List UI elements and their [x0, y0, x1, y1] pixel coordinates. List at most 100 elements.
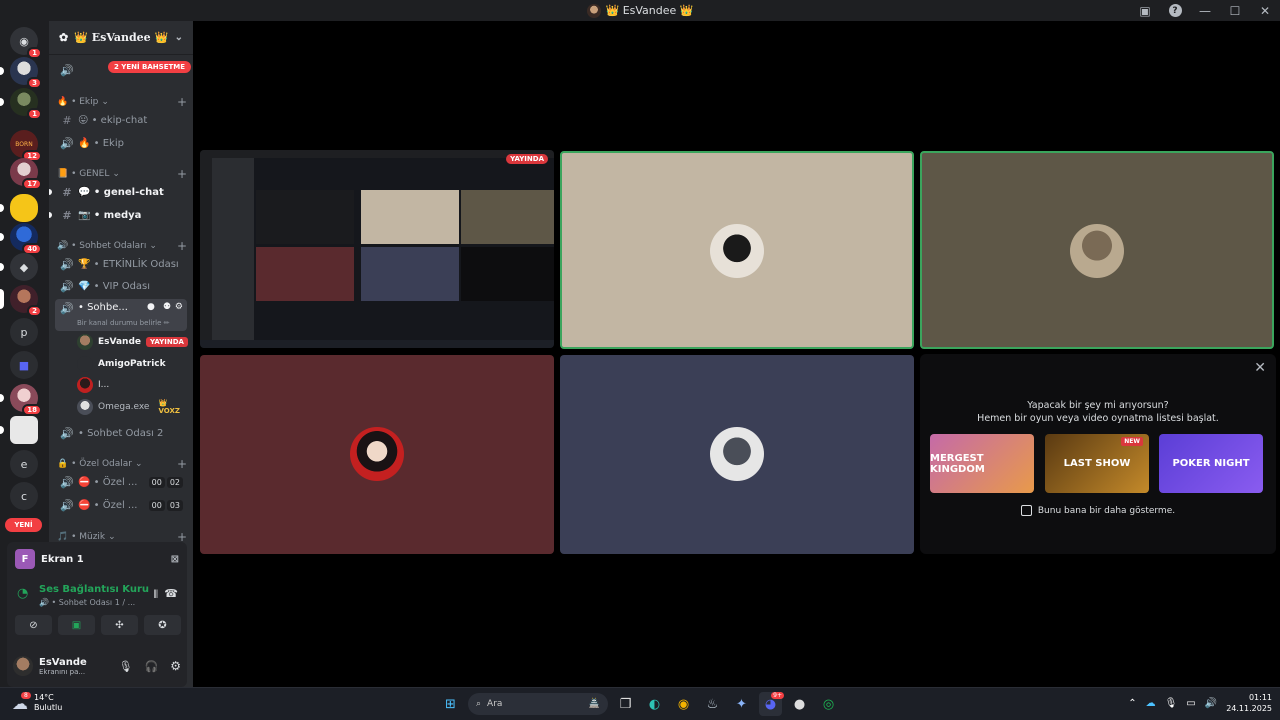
- participant-tile[interactable]: [560, 355, 914, 554]
- dont-show-again[interactable]: Bunu bana bir daha gösterme.: [920, 505, 1276, 516]
- participant-tile[interactable]: [920, 151, 1274, 349]
- participant-tile[interactable]: [200, 355, 554, 554]
- speaker-icon: 🔊: [60, 302, 74, 315]
- soundboard-button[interactable]: ✪: [144, 615, 181, 635]
- chrome-icon[interactable]: ◉: [672, 692, 695, 716]
- new-mentions-pill[interactable]: 2 YENİ BAHSETME: [108, 61, 192, 73]
- folder-icon[interactable]: ■: [10, 351, 38, 379]
- activities-button[interactable]: ✣: [101, 615, 138, 635]
- chevron-down-icon: ⌄: [149, 241, 157, 251]
- volume-icon[interactable]: 🔊: [1205, 698, 1217, 709]
- voice-user[interactable]: EsVande YAYINDA: [77, 332, 188, 352]
- close-icon[interactable]: ✕: [1250, 0, 1280, 21]
- channel-label: 🏆 • ETKİNLİK Odası: [78, 258, 179, 270]
- voice-user[interactable]: AmigoPatrick: [77, 354, 187, 374]
- chat-icon[interactable]: ●: [147, 302, 155, 312]
- game-card-poker-night[interactable]: POKER NIGHT: [1159, 434, 1263, 493]
- cloud-sync-icon[interactable]: ☁: [1146, 698, 1156, 709]
- app-icon[interactable]: ✦: [730, 692, 753, 716]
- category-ekip[interactable]: 🔥 • Ekip ⌄ +: [57, 95, 187, 109]
- participant-tile[interactable]: [560, 151, 914, 349]
- voice-user[interactable]: I...: [77, 375, 187, 395]
- time: 01:11: [1248, 693, 1272, 702]
- headphones-icon[interactable]: 🎧: [145, 660, 159, 673]
- guild-avatar[interactable]: 2: [0, 285, 42, 317]
- channel-ozel-2[interactable]: 🔊 ⛔ • Özel ... 00 03: [55, 495, 187, 515]
- dice-icon[interactable]: ◆: [0, 253, 38, 281]
- category-sohbet[interactable]: 🔊 • Sohbet Odaları ⌄ +: [57, 239, 187, 253]
- category-label: 📙 • GENEL: [57, 169, 110, 179]
- guild-avatar[interactable]: 40: [0, 223, 42, 255]
- gear-icon[interactable]: ⚙: [175, 302, 183, 312]
- channel-ekip-voice[interactable]: 🔊 🔥 • Ekip: [55, 133, 187, 153]
- avatar: [710, 224, 764, 278]
- channel-ozel-1[interactable]: 🔊 ⛔ • Özel ... 00 02: [55, 472, 187, 492]
- inbox-icon[interactable]: ▣: [1130, 0, 1160, 21]
- discord-home-icon[interactable]: ◉ 1: [10, 27, 42, 59]
- category-ozel[interactable]: 🔒 • Özel Odalar ⌄ +: [57, 457, 187, 471]
- guild-avatar[interactable]: [0, 194, 38, 222]
- guild-letter-p[interactable]: p: [10, 318, 38, 346]
- clock[interactable]: 01:11 24.11.2025: [1226, 692, 1272, 714]
- edge-icon[interactable]: ◐: [643, 692, 666, 716]
- voice-user[interactable]: Omega.exe 👑 VOXZ: [77, 397, 187, 417]
- game-card-mergest[interactable]: MERGEST KINGDOM: [930, 434, 1034, 493]
- guild-avatar[interactable]: [0, 416, 38, 444]
- guild-letter-c[interactable]: c: [10, 482, 38, 510]
- guild-avatar[interactable]: 1: [0, 88, 42, 120]
- guild-avatar[interactable]: 17: [10, 158, 42, 190]
- display-icon[interactable]: ▭: [1186, 698, 1195, 709]
- search-box[interactable]: ⌕ Ara 🏯: [468, 693, 608, 715]
- voice-connection[interactable]: ◔ Ses Bağlantısı Kuru 🔊 • Sohbet Odası 1…: [15, 582, 180, 612]
- avatar[interactable]: [13, 656, 33, 676]
- channel-sohbet-2[interactable]: 🔊 • Sohbet Odası 2: [55, 423, 187, 443]
- screen-share-button[interactable]: ▣: [58, 615, 95, 635]
- server-header[interactable]: ✿ 👑 EsVandee 👑 ⌄: [49, 21, 193, 55]
- category-genel[interactable]: 📙 • GENEL ⌄ +: [57, 167, 187, 181]
- guild-avatar[interactable]: BORN 12: [10, 130, 42, 162]
- channel-status-hint[interactable]: Bir kanal durumu belirle ✏: [77, 319, 170, 327]
- channel-genel-chat[interactable]: # 💬 • genel-chat: [55, 182, 187, 202]
- stream-preview-row[interactable]: F Ekran 1 ⊠: [7, 542, 187, 576]
- game-card-last-show[interactable]: LAST SHOW NEW: [1045, 434, 1149, 493]
- github-icon[interactable]: ●: [788, 692, 811, 716]
- add-channel-icon[interactable]: +: [177, 239, 187, 253]
- account-info[interactable]: EsVande Ekranını pa...: [39, 657, 113, 676]
- microphone-icon[interactable]: 🎙: [119, 660, 133, 673]
- channel-medya[interactable]: # 📷 • medya: [55, 205, 187, 225]
- task-view-icon[interactable]: ❐: [614, 692, 637, 716]
- guild-letter-e[interactable]: e: [10, 450, 38, 478]
- help-icon[interactable]: ?: [1160, 0, 1190, 21]
- add-channel-icon[interactable]: +: [177, 167, 187, 181]
- stream-tile[interactable]: YAYINDA: [200, 150, 554, 348]
- add-channel-icon[interactable]: +: [177, 457, 187, 471]
- system-tray: ⌃ ☁ 🎙 ▭ 🔊 01:11 24.11.2025: [1128, 692, 1272, 714]
- weather-widget[interactable]: ☁ 8 14°C Bulutlu: [12, 691, 62, 713]
- new-badge: NEW: [1121, 437, 1143, 446]
- chevron-up-icon[interactable]: ⌃: [1128, 698, 1136, 709]
- channel-vip[interactable]: 🔊 💎 • VIP Odası: [55, 276, 187, 296]
- guild-avatar[interactable]: 18: [0, 384, 42, 416]
- new-unreads-pill[interactable]: YENİ: [5, 518, 42, 532]
- disconnect-icon[interactable]: ☎: [164, 587, 178, 600]
- channel-etkinlik[interactable]: 🔊 🏆 • ETKİNLİK Odası: [55, 254, 187, 274]
- guild-avatar[interactable]: 3: [0, 57, 42, 89]
- minimize-icon[interactable]: —: [1190, 0, 1220, 21]
- maximize-icon[interactable]: ☐: [1220, 0, 1250, 21]
- steam-icon[interactable]: ♨: [701, 692, 724, 716]
- add-user-icon[interactable]: ⚉: [163, 302, 171, 312]
- settings-gear-icon[interactable]: ⚙: [170, 659, 181, 673]
- channel-ekip-chat[interactable]: # 😛 • ekip-chat: [55, 110, 187, 130]
- add-channel-icon[interactable]: +: [177, 95, 187, 109]
- signal-icon[interactable]: ◔: [17, 586, 28, 601]
- windows-start-icon[interactable]: ⊞: [439, 692, 462, 716]
- noise-suppression-icon[interactable]: ⫴: [153, 588, 158, 602]
- checkbox[interactable]: [1020, 505, 1032, 516]
- spotify-icon[interactable]: ◎: [817, 692, 840, 716]
- stop-stream-icon[interactable]: ⊠: [171, 554, 179, 565]
- discord-icon[interactable]: ◕ 9+: [759, 692, 784, 716]
- microphone-icon[interactable]: 🎙: [1165, 698, 1178, 709]
- camera-off-button[interactable]: ⊘: [15, 615, 52, 635]
- close-icon[interactable]: ✕: [1254, 360, 1266, 376]
- voice-channel[interactable]: 🔊 • Sohbet Odası 1 / ...: [39, 598, 135, 607]
